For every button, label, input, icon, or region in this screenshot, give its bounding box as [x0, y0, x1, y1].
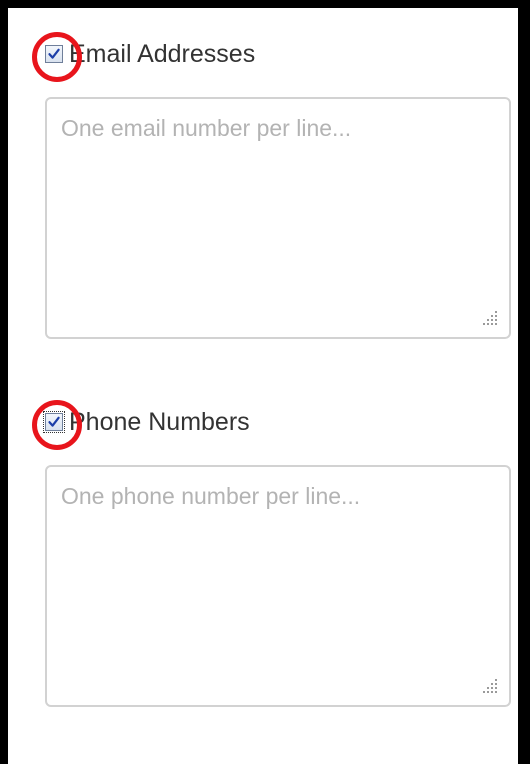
phone-numbers-field[interactable]	[45, 465, 511, 707]
checkmark-icon	[48, 416, 60, 427]
checkmark-icon	[48, 48, 60, 59]
email-addresses-row[interactable]: Email Addresses	[32, 32, 256, 82]
email-addresses-textarea[interactable]	[47, 99, 509, 337]
phone-numbers-label: Phone Numbers	[69, 408, 250, 436]
form-panel: Email Addresses Phon	[0, 0, 530, 764]
phone-numbers-textarea[interactable]	[47, 467, 509, 705]
email-addresses-checkbox[interactable]	[32, 32, 82, 82]
email-addresses-field[interactable]	[45, 97, 511, 339]
email-addresses-label: Email Addresses	[69, 40, 256, 68]
resize-grip-icon[interactable]	[479, 675, 499, 695]
resize-grip-icon[interactable]	[479, 307, 499, 327]
phone-numbers-checkbox[interactable]	[32, 400, 82, 450]
phone-numbers-row[interactable]: Phone Numbers	[32, 400, 250, 450]
